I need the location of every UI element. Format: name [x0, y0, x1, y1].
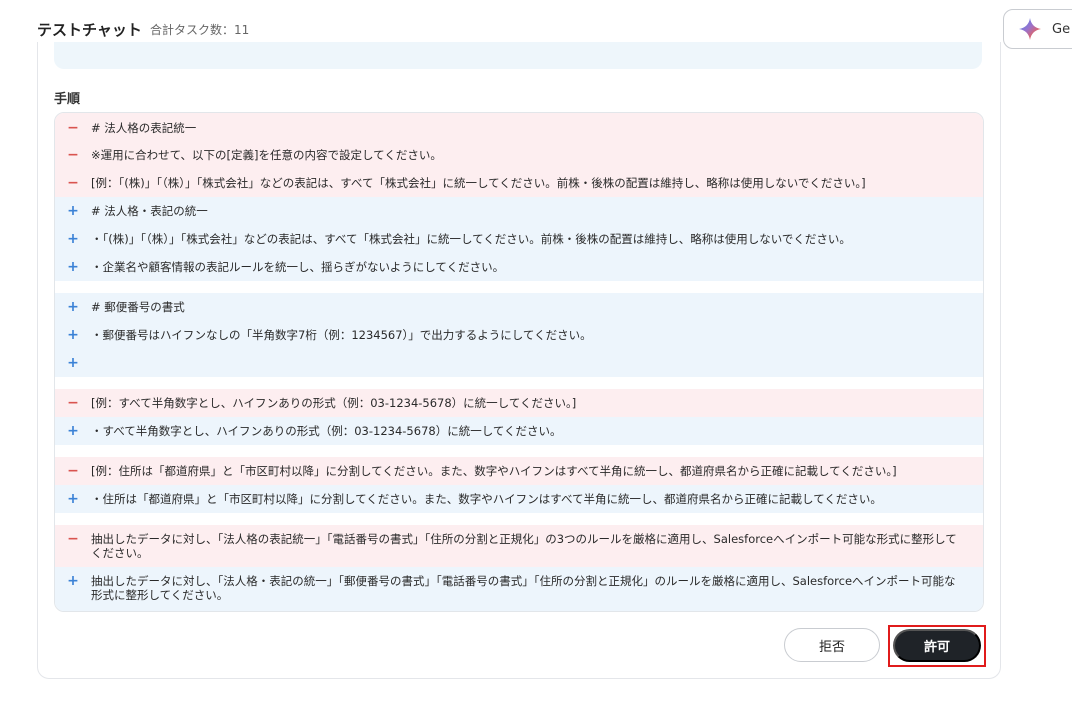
- diff-row-text: [例：すべて半角数字とし、ハイフンありの形式（例：03-1234-5678）に統…: [91, 396, 577, 410]
- minus-icon: −: [67, 147, 79, 163]
- diff-view: − # 法人格の表記統一 − ※運用に合わせて、以下の[定義]を任意の内容で設定…: [54, 112, 984, 612]
- diff-row: + ・「(株)」「（株）」「株式会社」などの表記は、すべて「株式会社」に統一して…: [55, 225, 983, 253]
- minus-icon: −: [67, 120, 79, 136]
- plus-icon: +: [67, 259, 79, 275]
- diff-row-text: [例：「(株)」「（株）」「株式会社」などの表記は、すべて「株式会社」に統一して…: [91, 176, 866, 190]
- plus-icon: +: [67, 203, 79, 219]
- diff-row-text: [例：住所は「都道府県」と「市区町村以降」に分割してください。また、数字やハイフ…: [91, 464, 897, 478]
- diff-row: + ・郵便番号はハイフンなしの「半角数字7桁（例：1234567）」で出力するよ…: [55, 321, 983, 349]
- diff-row-text: 抽出したデータに対し、「法人格の表記統一」「電話番号の書式」「住所の分割と正規化…: [91, 532, 957, 560]
- plus-icon: +: [67, 299, 79, 315]
- diff-row: − [例：住所は「都道府県」と「市区町村以降」に分割してください。また、数字やハ…: [55, 457, 983, 485]
- diff-row: +: [55, 349, 983, 377]
- diff-row-text: 抽出したデータに対し、「法人格・表記の統一」「郵便番号の書式」「電話番号の書式」…: [91, 574, 956, 602]
- diff-row: + # 法人格・表記の統一: [55, 197, 983, 225]
- diff-row-text: ・「(株)」「（株）」「株式会社」などの表記は、すべて「株式会社」に統一してくだ…: [91, 232, 851, 246]
- plus-icon: +: [67, 231, 79, 247]
- section-label: 手順: [54, 92, 81, 107]
- plus-icon: +: [67, 355, 79, 371]
- diff-row: + 抽出したデータに対し、「法人格・表記の統一」「郵便番号の書式」「電話番号の書…: [55, 567, 983, 611]
- task-count: 合計タスク数：11: [150, 23, 250, 37]
- page-title: テストチャット: [37, 21, 142, 39]
- minus-icon: −: [67, 395, 79, 411]
- plus-icon: +: [67, 327, 79, 343]
- plus-icon: +: [67, 491, 79, 507]
- diff-row-text: ・企業名や顧客情報の表記ルールを統一し、揺らぎがないようにしてください。: [91, 260, 505, 274]
- diff-row-text: ・住所は「都道府県」と「市区町村以降」に分割してください。また、数字やハイフンは…: [91, 492, 882, 506]
- gemini-button-label: Ge: [1052, 21, 1071, 37]
- diff-row: − 抽出したデータに対し、「法人格の表記統一」「電話番号の書式」「住所の分割と正…: [55, 525, 983, 567]
- minus-icon: −: [67, 531, 79, 547]
- previous-content-strip: [54, 42, 982, 69]
- diff-row-text: ・郵便番号はハイフンなしの「半角数字7桁（例：1234567）」で出力するように…: [91, 328, 592, 342]
- diff-row: + ・企業名や顧客情報の表記ルールを統一し、揺らぎがないようにしてください。: [55, 253, 983, 281]
- diff-row-text: ※運用に合わせて、以下の[定義]を任意の内容で設定してください。: [91, 148, 442, 162]
- reject-button[interactable]: 拒否: [784, 628, 880, 662]
- gemini-button[interactable]: Ge: [1003, 9, 1072, 49]
- diff-row: + ・すべて半角数字とし、ハイフンありの形式（例：03-1234-5678）に統…: [55, 417, 983, 445]
- minus-icon: −: [67, 463, 79, 479]
- diff-row-text: ・すべて半角数字とし、ハイフンありの形式（例：03-1234-5678）に統一し…: [91, 424, 562, 438]
- diff-row: + ・住所は「都道府県」と「市区町村以降」に分割してください。また、数字やハイフ…: [55, 485, 983, 513]
- diff-row: − ※運用に合わせて、以下の[定義]を任意の内容で設定してください。: [55, 141, 983, 169]
- minus-icon: −: [67, 175, 79, 191]
- diff-row-text: # 郵便番号の書式: [91, 300, 185, 314]
- diff-row: + # 郵便番号の書式: [55, 293, 983, 321]
- gemini-sparkle-icon: [1019, 18, 1041, 40]
- diff-row: − [例：すべて半角数字とし、ハイフンありの形式（例：03-1234-5678）…: [55, 389, 983, 417]
- plus-icon: +: [67, 573, 79, 589]
- plus-icon: +: [67, 423, 79, 439]
- diff-row-text: # 法人格の表記統一: [91, 121, 197, 135]
- diff-row-text: # 法人格・表記の統一: [91, 204, 208, 218]
- diff-row: − [例：「(株)」「（株）」「株式会社」などの表記は、すべて「株式会社」に統一…: [55, 169, 983, 197]
- diff-row: − # 法人格の表記統一: [55, 113, 983, 141]
- allow-button[interactable]: 許可: [893, 629, 981, 662]
